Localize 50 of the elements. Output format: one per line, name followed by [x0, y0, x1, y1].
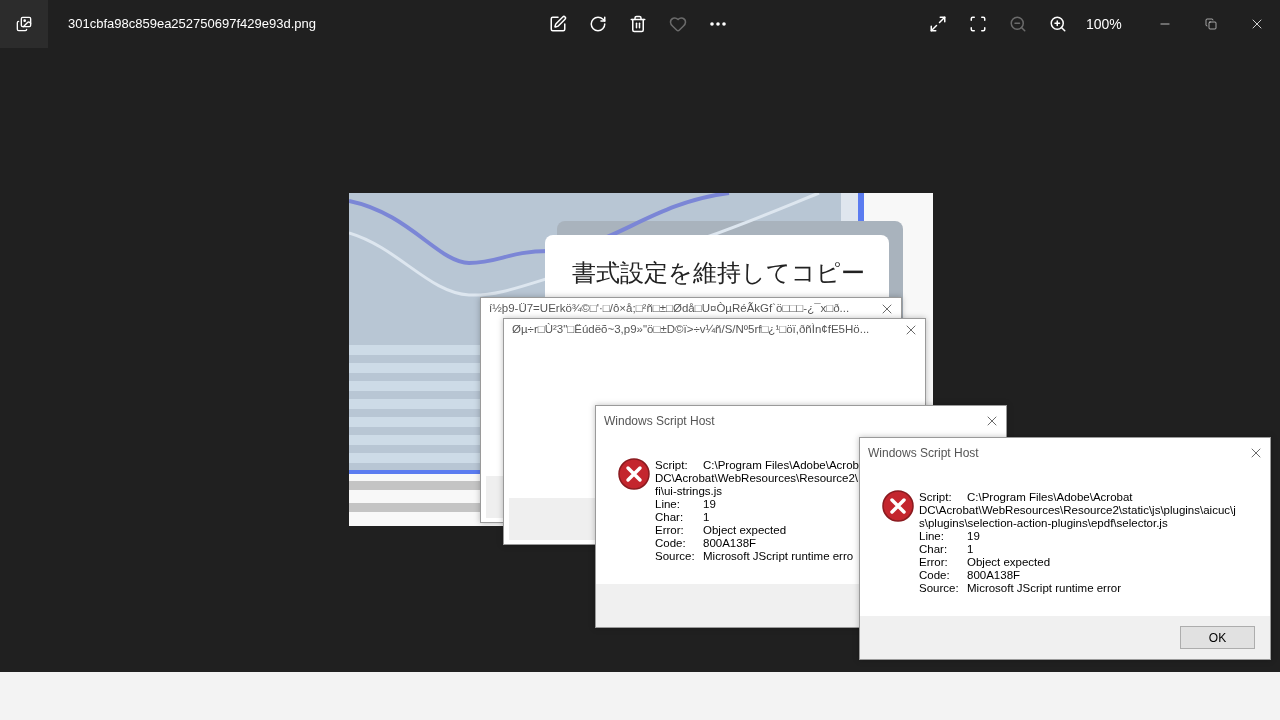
error-icon	[882, 490, 914, 522]
field-value: 800A138F	[967, 569, 1021, 582]
window-title: Windows Script Host	[604, 413, 715, 430]
zoom-out-icon	[1009, 15, 1027, 33]
window-title: Windows Script Host	[868, 445, 979, 462]
window-title: Øµ÷r□Ù²3"□Ëúdëõ~3,p9»"ö□±D©ï>÷v¼ñ/S/Nº5rf□¿¹□öï,ðñÌn¢fE5Hö...	[512, 322, 870, 338]
field-label: Code:	[655, 537, 687, 550]
field-value: C:\Program Files\Adobe\Acrobat	[967, 491, 1133, 504]
photos-icon	[16, 16, 32, 32]
expand-icon	[929, 15, 947, 33]
heart-icon	[669, 15, 687, 33]
field-value: 19	[703, 498, 716, 511]
field-label: Char:	[655, 511, 685, 524]
field-value: Object expected	[703, 524, 787, 537]
field-value: Microsoft JScript runtime error	[967, 582, 1121, 595]
field-label: Char:	[919, 543, 949, 556]
field-label: Error:	[655, 524, 685, 537]
restore-icon	[1205, 18, 1217, 30]
field-label: Source:	[655, 550, 696, 563]
field-value: s\plugins\selection-action-plugins\epdf\selector.js	[919, 517, 1169, 530]
zoom-level[interactable]: 100%	[1086, 13, 1122, 35]
error-icon	[618, 458, 650, 490]
field-value: 800A138F	[703, 537, 757, 550]
field-label: Error:	[919, 556, 949, 569]
file-name: 301cbfa98c859ea252750697f429e93d.png	[68, 15, 317, 34]
field-label: Code:	[919, 569, 951, 582]
field-value: 1	[703, 511, 710, 524]
app-icon-tile[interactable]	[0, 0, 48, 48]
zoom-in-icon	[1049, 15, 1067, 33]
field-label: Source:	[919, 582, 960, 595]
fit-icon	[969, 15, 987, 33]
window-title: í½þ9-Ü7=UErkö¾©□'·□/ô×å;□²ñ□±□Ødå□U¤ÒµRéÃkGf`ö□□□-¿¯x□ð...	[489, 301, 850, 317]
field-value: 19	[967, 530, 980, 543]
field-value: Object expected	[967, 556, 1051, 569]
field-value: 1	[967, 543, 974, 556]
field-value: Microsoft JScript runtime erro	[703, 550, 854, 563]
field-label: Script:	[919, 491, 953, 504]
card-heading: 書式設定を維持してコピー	[572, 259, 865, 286]
edit-icon	[549, 15, 567, 33]
field-label: Line:	[919, 530, 945, 543]
rotate-icon	[589, 15, 607, 33]
field-label: Script:	[655, 459, 689, 472]
field-value: C:\Program Files\Adobe\Acrob	[703, 459, 859, 472]
ok-button[interactable]: OK	[1180, 626, 1255, 649]
field-value: DC\Acrobat\WebResources\Resource2\	[655, 472, 859, 485]
trash-icon	[629, 15, 647, 33]
field-value: DC\Acrobat\WebResources\Resource2\static\js\plugins\aicuc\j	[919, 504, 1236, 517]
field-value: fi\ui-strings.js	[655, 485, 724, 498]
field-label: Line:	[655, 498, 681, 511]
more-icon	[710, 22, 726, 26]
